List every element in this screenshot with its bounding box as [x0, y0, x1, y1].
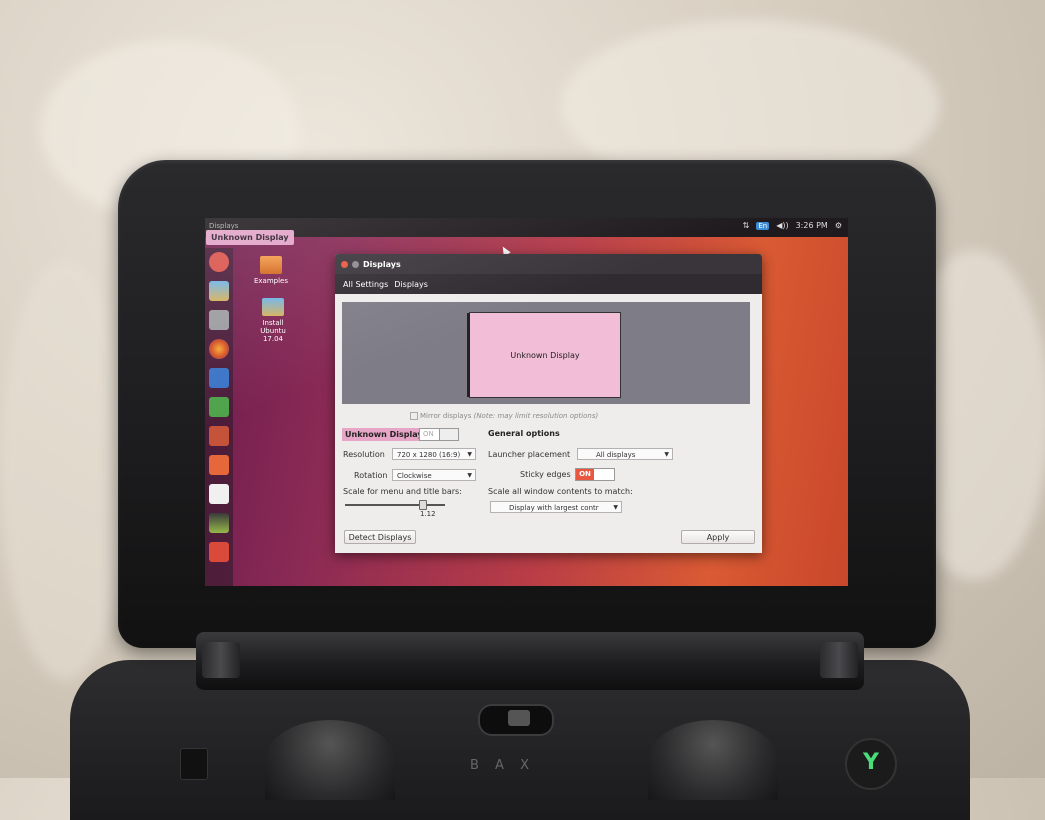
monitor-preview[interactable]: Unknown Display — [467, 312, 621, 398]
launcher-tooltip: Unknown Display — [206, 230, 294, 245]
mirror-checkbox[interactable] — [410, 412, 418, 420]
y-button-label: Y — [863, 750, 879, 775]
calc-icon[interactable] — [209, 397, 229, 417]
sticky-toggle[interactable]: ON — [575, 468, 615, 481]
apply-button[interactable]: Apply — [681, 530, 755, 544]
display-toggle[interactable]: ON — [419, 428, 459, 441]
rotation-value: Clockwise — [397, 472, 432, 480]
display-arrangement: Unknown Display — [342, 302, 750, 404]
launcher-value: All displays — [596, 451, 636, 459]
resolution-value: 720 x 1280 (16:9) — [397, 451, 461, 459]
settings-icon[interactable] — [209, 513, 229, 533]
volume-icon[interactable]: ◀)) — [776, 221, 788, 230]
install-label-1: Install — [262, 319, 284, 327]
firefox-icon[interactable] — [209, 339, 229, 359]
monitor-label: Unknown Display — [510, 350, 580, 360]
files-icon[interactable] — [209, 310, 229, 330]
close-icon[interactable] — [341, 260, 348, 268]
resolution-label: Resolution — [343, 450, 385, 459]
chevron-down-icon: ▼ — [467, 472, 472, 479]
writer-icon[interactable] — [209, 368, 229, 388]
hinge-knuckle — [202, 642, 240, 678]
display-toggle-label: ON — [423, 430, 434, 438]
installer-icon — [262, 298, 284, 316]
sticky-toggle-label: ON — [576, 469, 594, 480]
top-panel: Displays ⇅ En ◀)) 3:26 PM ⚙ — [205, 218, 848, 237]
scale-all-label: Scale all window contents to match: — [488, 487, 633, 496]
minimize-icon[interactable] — [352, 260, 359, 268]
mirror-label: Mirror displays — [420, 412, 472, 420]
chevron-down-icon: ▼ — [664, 451, 669, 458]
scale-slider-thumb[interactable] — [419, 500, 427, 510]
device-hinge — [196, 632, 864, 690]
scale-all-value: Display with largest contr — [509, 504, 599, 512]
launcher-label: Launcher placement — [488, 450, 571, 459]
indicator-area: ⇅ En ◀)) 3:26 PM ⚙ — [743, 221, 842, 230]
launcher — [205, 248, 233, 586]
screen: Displays ⇅ En ◀)) 3:26 PM ⚙ Unknown Disp… — [205, 218, 848, 586]
blanket-highlight — [0, 260, 130, 680]
general-heading: General options — [488, 429, 560, 438]
ubuntu-dash-icon[interactable] — [209, 252, 229, 272]
mirror-row: Mirror displays (Note: may limit resolut… — [410, 412, 598, 420]
desktop-install[interactable]: Install Ubuntu 17.04 — [247, 298, 299, 343]
right-analog-stick[interactable] — [648, 720, 778, 800]
left-analog-stick[interactable] — [265, 720, 395, 800]
sd-card-icon[interactable] — [209, 542, 229, 562]
resolution-select[interactable]: 720 x 1280 (16:9) ▼ — [392, 448, 476, 460]
scale-label: Scale for menu and title bars: — [343, 487, 462, 496]
rotation-label: Rotation — [354, 471, 388, 480]
window-title: Displays — [363, 259, 401, 269]
installer-icon[interactable] — [209, 281, 229, 301]
install-label-3: 17.04 — [262, 335, 284, 343]
window-titlebar: Displays — [335, 254, 762, 274]
detect-displays-button[interactable]: Detect Displays — [344, 530, 416, 544]
keyboard-indicator[interactable]: En — [756, 221, 770, 230]
breadcrumb-current: Displays — [394, 279, 428, 289]
displays-window: Displays All Settings Displays Unknown D… — [335, 254, 762, 553]
examples-label: Examples — [253, 277, 288, 285]
install-label-2: Ubuntu — [260, 327, 286, 335]
breadcrumb: All Settings Displays — [335, 274, 762, 294]
impress-icon[interactable] — [209, 426, 229, 446]
sticky-label: Sticky edges — [520, 470, 571, 479]
rotation-select[interactable]: Clockwise ▼ — [392, 469, 476, 481]
scale-slider[interactable] — [345, 504, 445, 506]
mirror-note: (Note: may limit resolution options) — [473, 412, 599, 420]
l-shoulder-button[interactable] — [180, 748, 208, 780]
chevron-down-icon: ▼ — [467, 451, 472, 458]
toggle-knob — [439, 429, 458, 440]
scale-value: 1.12 — [420, 510, 436, 518]
face-buttons-label: B A X — [470, 758, 535, 773]
network-icon[interactable]: ⇅ — [743, 221, 750, 230]
power-switch[interactable] — [508, 710, 530, 726]
software-icon[interactable] — [209, 455, 229, 475]
scale-all-select[interactable]: Display with largest contr ▼ — [490, 501, 622, 513]
folder-icon — [260, 256, 282, 274]
clock[interactable]: 3:26 PM — [796, 221, 828, 230]
y-button[interactable]: Y — [845, 738, 897, 790]
chevron-down-icon: ▼ — [613, 504, 618, 511]
all-settings-link[interactable]: All Settings — [343, 280, 388, 289]
desktop-examples[interactable]: Examples — [245, 256, 297, 285]
panel-app-title: Displays — [209, 222, 239, 230]
launcher-select[interactable]: All displays ▼ — [577, 448, 673, 460]
display-name: Unknown Display — [342, 428, 426, 441]
hinge-knuckle — [820, 642, 858, 678]
gear-icon[interactable]: ⚙ — [835, 221, 842, 230]
amazon-icon[interactable] — [209, 484, 229, 504]
